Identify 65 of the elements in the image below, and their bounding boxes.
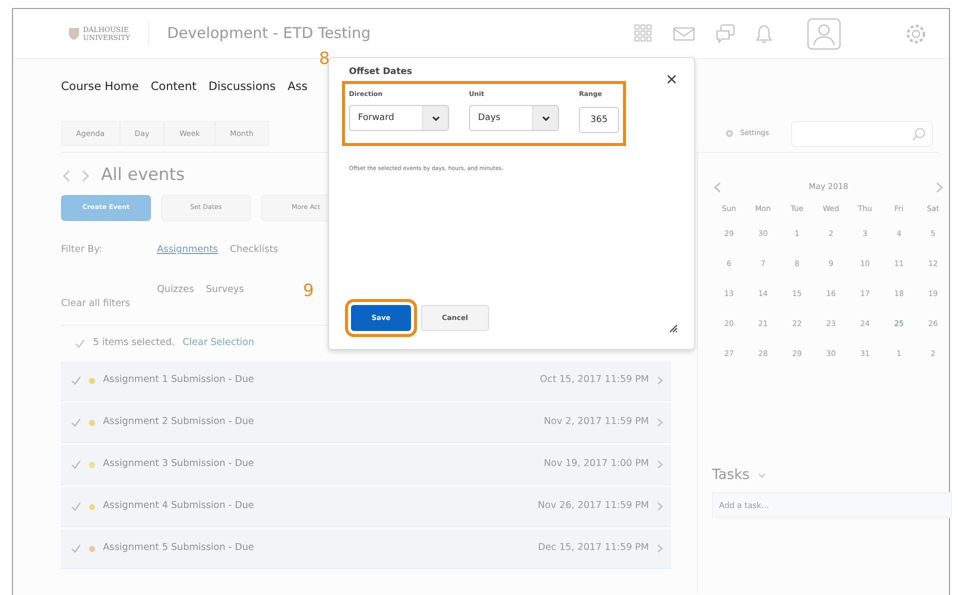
event-date: Oct 15, 2017 11:59 PM (540, 373, 649, 388)
filter-option[interactable]: Quizzes (157, 283, 194, 298)
event-row[interactable]: Assignment 3 Submission - Due Nov 19, 2017 1:00 PM (61, 445, 671, 485)
search-field[interactable] (791, 120, 933, 146)
shield-icon (68, 26, 80, 40)
events-title: All events (101, 164, 185, 188)
next-month-icon[interactable] (936, 182, 943, 192)
tasks-title: Tasks (712, 466, 750, 485)
search-icon[interactable] (912, 126, 926, 140)
task-input[interactable]: Add a task... (712, 492, 952, 518)
event-title: Assignment 1 Submission - Due (103, 373, 254, 388)
bell-icon[interactable] (755, 24, 773, 44)
event-date: Nov 19, 2017 1:00 PM (544, 457, 649, 472)
chevron-icon (657, 544, 663, 553)
course-title[interactable]: Development - ETD Testing (148, 22, 371, 45)
filter-option[interactable]: Checklists (230, 243, 278, 258)
nav-link[interactable]: Ass (288, 78, 308, 96)
check-icon[interactable] (75, 339, 85, 348)
filter-option[interactable]: Assignments (157, 243, 218, 258)
selection-count: 5 items selected. (93, 336, 175, 350)
check-icon[interactable] (71, 544, 81, 553)
grid-icon[interactable] (634, 24, 653, 43)
event-row[interactable]: Assignment 5 Submission - Due Dec 15, 2017 11:59 PM (61, 529, 671, 569)
event-date: Nov 2, 2017 11:59 PM (544, 415, 649, 430)
chevron-icon (657, 376, 663, 385)
avatar-icon[interactable] (807, 18, 841, 50)
event-row[interactable]: Assignment 2 Submission - Due Nov 2, 2017 11:59 PM (61, 403, 671, 443)
nav-link[interactable]: Content (150, 78, 197, 96)
resize-handle-icon[interactable] (669, 324, 678, 333)
event-title: Assignment 5 Submission - Due (103, 541, 254, 556)
callout-number: 8 (319, 51, 330, 68)
chevron-icon (657, 460, 663, 469)
nav-link[interactable]: Course Home (61, 78, 139, 96)
callout-number: 9 (303, 283, 314, 300)
nav-link[interactable]: Discussions (208, 78, 276, 96)
clear-selection-link[interactable]: Clear Selection (182, 336, 254, 351)
check-icon[interactable] (71, 418, 81, 427)
range-input[interactable]: 365 (579, 107, 619, 134)
caret-icon[interactable] (542, 116, 550, 121)
mail-icon[interactable] (673, 26, 695, 42)
check-icon[interactable] (71, 376, 81, 385)
calendar-month: May 2018 (808, 181, 848, 193)
select-field[interactable]: Days (469, 105, 559, 132)
dialog-title: Offset Dates (349, 66, 414, 79)
event-row[interactable]: Assignment 1 Submission - Due Oct 15, 2017 11:59 PM (61, 361, 671, 401)
filter-option[interactable]: Surveys (206, 283, 244, 298)
check-icon[interactable] (71, 502, 81, 511)
event-title: Assignment 2 Submission - Due (103, 415, 254, 430)
settings-icon[interactable] (724, 128, 736, 139)
chevron-icon (657, 418, 663, 427)
event-date: Dec 15, 2017 11:59 PM (538, 541, 649, 556)
event-title: Assignment 4 Submission - Due (103, 499, 254, 514)
chat-icon[interactable] (715, 24, 735, 44)
settings-icon[interactable] (905, 22, 927, 44)
check-icon[interactable] (71, 460, 81, 469)
caret-icon[interactable] (432, 116, 440, 121)
event-date: Nov 26, 2017 11:59 PM (538, 499, 649, 514)
prev-month-icon[interactable] (714, 182, 721, 192)
event-row[interactable]: Assignment 4 Submission - Due Nov 26, 2017 11:59 PM (61, 487, 671, 527)
chevron-icon (657, 502, 663, 511)
event-title: Assignment 3 Submission - Due (103, 457, 254, 472)
close-button[interactable]: × (665, 72, 678, 87)
filter-label: Filter By: (61, 243, 104, 257)
clear-filters-link[interactable]: Clear all filters (61, 296, 157, 311)
select-field[interactable]: Forward (349, 105, 449, 132)
